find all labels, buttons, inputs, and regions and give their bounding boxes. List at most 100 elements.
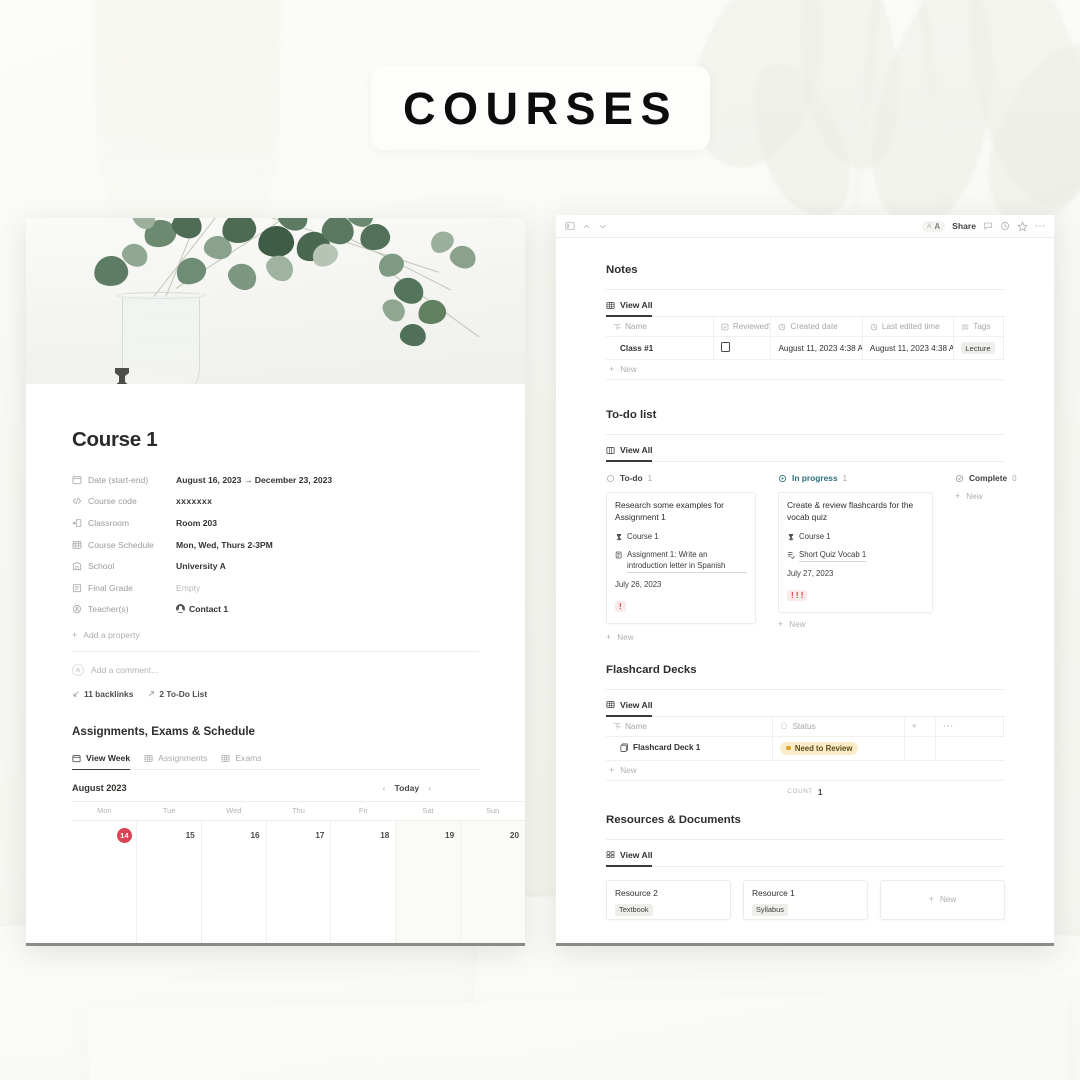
property-row-date[interactable]: Date (start-end) August 16, 2023 → Decem… bbox=[72, 469, 479, 491]
cell-tags[interactable]: Lecture bbox=[953, 336, 1004, 360]
resource-card[interactable]: Resource 1 Syllabus bbox=[743, 879, 868, 920]
property-row-final-grade[interactable]: Final Grade Empty bbox=[72, 577, 479, 599]
table-icon bbox=[144, 754, 153, 762]
column-header-last-edited[interactable]: Last edited time bbox=[862, 317, 955, 337]
column-header-reviewed[interactable]: Reviewed? bbox=[713, 317, 772, 337]
kanban-column-header[interactable]: Complete 0 bbox=[955, 473, 1054, 483]
deck-name: Flashcard Deck 1 bbox=[633, 742, 701, 752]
property-key: School bbox=[72, 561, 176, 571]
calendar-header: August 2023 ‹ Today › bbox=[72, 783, 479, 793]
property-row-course-code[interactable]: Course code xxxxxxx bbox=[72, 491, 479, 513]
share-button[interactable]: Share bbox=[952, 221, 976, 231]
tab-flashcards-view-all[interactable]: View All bbox=[606, 700, 653, 717]
column-header-name[interactable]: Name bbox=[606, 317, 714, 337]
column-header-created-date[interactable]: Created date bbox=[770, 317, 863, 337]
card-relation-course[interactable]: Course 1 bbox=[615, 532, 747, 543]
tab-exams[interactable]: Exams bbox=[221, 753, 262, 769]
calendar-day-cell[interactable]: 17 bbox=[267, 821, 332, 943]
avatar: A bbox=[72, 664, 84, 677]
tab-resources-view-all[interactable]: View All bbox=[606, 850, 653, 867]
property-label: Final Grade bbox=[88, 582, 133, 593]
card-priority-badge: ! bbox=[615, 601, 626, 613]
kanban-new-card-button[interactable]: + New bbox=[955, 492, 1054, 502]
kanban-column-header[interactable]: To-do 1 bbox=[606, 473, 756, 483]
backlink-count[interactable]: 11 backlinks bbox=[72, 689, 133, 699]
property-row-classroom[interactable]: Classroom Room 203 bbox=[72, 512, 479, 534]
calendar-day-name: Fri bbox=[358, 806, 368, 816]
today-button[interactable]: Today bbox=[394, 783, 419, 793]
kanban-card[interactable]: Create & review flashcards for the vocab… bbox=[778, 492, 933, 613]
table-more-button[interactable] bbox=[935, 716, 1004, 737]
tab-view-week[interactable]: View Week bbox=[72, 753, 131, 771]
chevron-left-icon[interactable]: ‹ bbox=[383, 783, 386, 793]
calendar-day-cell[interactable]: 15 bbox=[137, 821, 202, 943]
calendar-day-cell[interactable]: 20 bbox=[461, 821, 525, 943]
kanban-new-card-button[interactable]: + New bbox=[778, 619, 933, 629]
comment-input-placeholder[interactable]: Add a comment... bbox=[91, 665, 158, 675]
card-date: July 27, 2023 bbox=[787, 568, 834, 578]
calendar-day-cell[interactable]: 19 bbox=[396, 821, 462, 943]
person-chip[interactable]: Contact 1 bbox=[176, 604, 228, 614]
checkbox-unchecked[interactable] bbox=[720, 342, 731, 352]
card-relation-course[interactable]: Course 1 bbox=[787, 532, 924, 543]
tab-todo-view-all[interactable]: View All bbox=[606, 445, 653, 462]
calendar-day-name: Wed bbox=[226, 806, 242, 816]
resources-new-card-button[interactable]: + New bbox=[880, 879, 1005, 920]
door-icon bbox=[72, 519, 82, 527]
gallery-icon bbox=[606, 851, 615, 858]
notes-new-row-button[interactable]: + New bbox=[606, 360, 1004, 380]
kanban-column-in-progress: In progress 1 Create & review flashcards… bbox=[778, 473, 933, 642]
chevron-up-icon[interactable] bbox=[582, 222, 591, 231]
resource-title: Resource 2 bbox=[615, 887, 658, 898]
kanban-card[interactable]: Research some examples for Assignment 1 … bbox=[606, 492, 756, 624]
property-row-school[interactable]: School University A bbox=[72, 555, 479, 577]
kanban-new-card-button[interactable]: + New bbox=[606, 631, 756, 642]
cell-name[interactable]: Class #1 bbox=[606, 336, 714, 360]
property-key: Course Schedule bbox=[72, 540, 176, 550]
font-size-small-label: A bbox=[927, 222, 932, 230]
calendar-day-cell[interactable]: 14 bbox=[72, 821, 137, 943]
calendar-day-cell[interactable]: 16 bbox=[202, 821, 267, 943]
kanban-column-header[interactable]: In progress 1 bbox=[778, 473, 933, 483]
star-icon[interactable] bbox=[1017, 220, 1028, 232]
property-label: Classroom bbox=[88, 517, 130, 528]
cell-status[interactable]: Need to Review bbox=[772, 736, 905, 761]
column-header-name[interactable]: Name bbox=[606, 716, 774, 737]
property-row-schedule[interactable]: Course Schedule Mon, Wed, Thurs 2-3PM bbox=[72, 534, 479, 556]
flashcards-heading: Flashcard Decks bbox=[606, 663, 697, 676]
cell-name[interactable]: Flashcard Deck 1 bbox=[606, 736, 774, 761]
card-relation-assignment[interactable]: Assignment 1: Write an introduction lett… bbox=[615, 550, 747, 573]
add-property-button[interactable]: + Add a property bbox=[72, 630, 479, 640]
leaf bbox=[447, 242, 479, 272]
sidebar-toggle-icon[interactable] bbox=[565, 221, 575, 231]
add-column-button[interactable]: + bbox=[904, 716, 937, 737]
clock-icon[interactable] bbox=[1000, 221, 1010, 231]
more-horizontal-icon[interactable] bbox=[1035, 224, 1045, 228]
tab-notes-view-all[interactable]: View All bbox=[606, 300, 653, 317]
calendar-day-cell[interactable]: 18 bbox=[331, 821, 397, 943]
font-size-control[interactable]: A A bbox=[922, 220, 946, 232]
card-relation-quiz[interactable]: Short Quiz Vocab 1 bbox=[787, 550, 924, 562]
cover-photo[interactable] bbox=[26, 218, 525, 384]
relation-label: Short Quiz Vocab 1 bbox=[799, 550, 867, 562]
cell-empty bbox=[935, 736, 1004, 761]
notes-view-tabbar: View All bbox=[606, 300, 1004, 317]
table-row[interactable]: Class #1 August 11, 2023 4:38 AM August … bbox=[606, 336, 1004, 360]
calendar-day-number: 20 bbox=[509, 831, 520, 841]
plus-icon: + bbox=[606, 631, 612, 642]
table-row[interactable]: Flashcard Deck 1 Need to Review bbox=[606, 736, 1004, 761]
comment-icon[interactable] bbox=[983, 221, 993, 231]
property-row-teachers[interactable]: Teacher(s) Contact 1 bbox=[72, 599, 479, 621]
flashcards-new-row-button[interactable]: + New bbox=[606, 761, 1004, 781]
tab-assignments[interactable]: Assignments bbox=[144, 753, 207, 769]
backlink-todo-list[interactable]: 2 To-Do List bbox=[147, 689, 207, 699]
cell-reviewed[interactable] bbox=[713, 336, 772, 360]
status-dot bbox=[786, 745, 791, 751]
column-header-status[interactable]: Status bbox=[772, 716, 905, 737]
column-header-tags[interactable]: Tags bbox=[953, 317, 1004, 337]
comment-composer[interactable]: A Add a comment... bbox=[72, 652, 479, 689]
chevron-right-icon[interactable]: › bbox=[428, 783, 431, 793]
new-label: New bbox=[617, 632, 634, 642]
chevron-down-icon[interactable] bbox=[598, 222, 607, 231]
resource-card[interactable]: Resource 2 Textbook bbox=[606, 879, 731, 920]
